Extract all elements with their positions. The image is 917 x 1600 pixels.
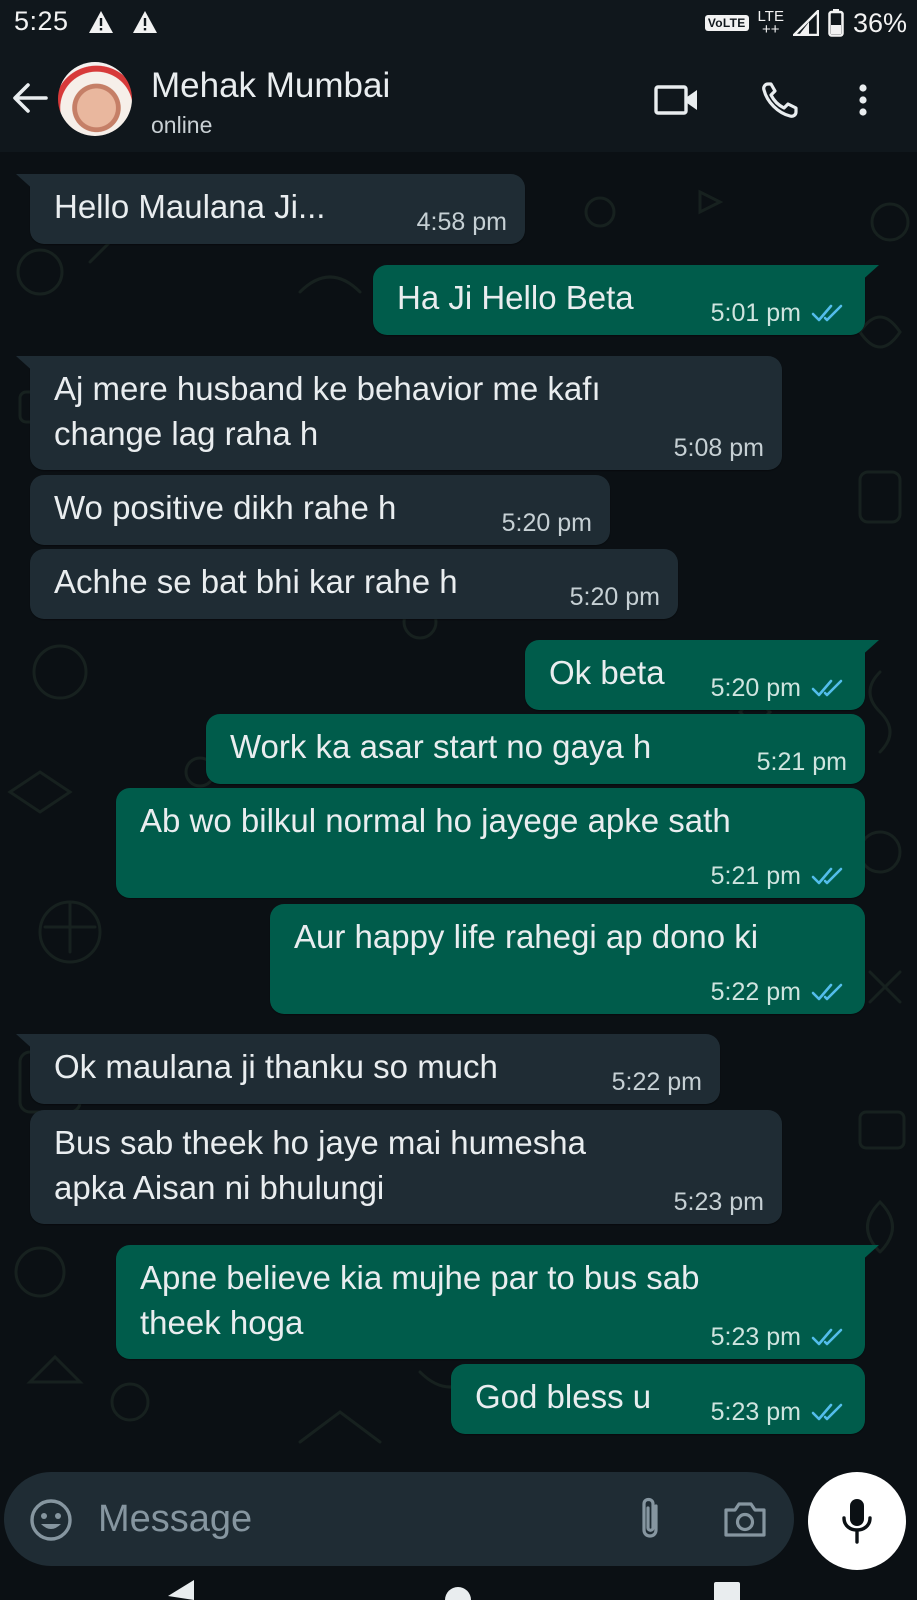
- message-time: 5:01 pm: [710, 299, 801, 327]
- incoming-message-bubble[interactable]: Achhe se bat bhi kar rahe h 5:20 pm: [30, 549, 678, 619]
- message-text: Aj mere husband ke behavior me kafı chan…: [54, 370, 601, 452]
- video-call-icon[interactable]: [654, 80, 700, 120]
- composer-bar: [0, 1460, 917, 1600]
- message-text: Aur happy life rahegi ap dono ki: [294, 918, 759, 955]
- message-meta: 5:22 pm: [711, 978, 847, 1006]
- bubble-tail: [859, 265, 879, 283]
- message-time: 5:20 pm: [501, 509, 592, 537]
- voice-message-button[interactable]: [808, 1472, 906, 1570]
- message-text: Ok maulana ji thanku so much: [54, 1048, 498, 1085]
- message-meta: 5:23 pm: [711, 1398, 847, 1426]
- network-type: LTE ++: [757, 8, 784, 38]
- outgoing-message-bubble[interactable]: Apne believe kia mujhe par to bus sab th…: [116, 1245, 879, 1359]
- message-time: 5:23 pm: [710, 1398, 801, 1426]
- status-time: 5:25: [14, 6, 69, 36]
- message-meta: 4:58 pm: [417, 208, 507, 236]
- phone-icon[interactable]: [758, 80, 804, 120]
- message-time: 5:21 pm: [756, 748, 847, 776]
- message-time: 5:20 pm: [710, 674, 801, 702]
- nav-recents-icon[interactable]: [714, 1582, 740, 1600]
- message-meta: 5:20 pm: [711, 674, 847, 702]
- emoji-icon[interactable]: [28, 1497, 74, 1543]
- message-time: 5:21 pm: [710, 862, 801, 890]
- chat-screen: 5:25 VoLTE LTE ++ 36% Mehak Mumbai onlin…: [0, 0, 917, 1600]
- battery-icon: [828, 9, 844, 37]
- bubble-tail: [859, 1245, 879, 1263]
- more-options-icon[interactable]: [848, 80, 878, 120]
- outgoing-message-bubble[interactable]: Ab wo bilkul normal ho jayege apke sath 5…: [116, 788, 865, 898]
- read-receipt-icon: [811, 679, 843, 697]
- contact-status: online: [151, 112, 213, 138]
- message-text: Ab wo bilkul normal ho jayege apke sath: [140, 802, 731, 839]
- message-input-container[interactable]: [4, 1472, 794, 1566]
- bubble-tail: [16, 1034, 36, 1052]
- message-meta: 5:21 pm: [711, 862, 847, 890]
- outgoing-message-bubble[interactable]: Aur happy life rahegi ap dono ki 5:22 pm: [270, 904, 865, 1014]
- warning-icon: [133, 11, 157, 33]
- message-meta: 5:08 pm: [674, 434, 764, 462]
- message-meta: 5:23 pm: [711, 1323, 847, 1351]
- message-time: 4:58 pm: [416, 208, 507, 236]
- battery-percent: 36%: [852, 7, 907, 38]
- outgoing-message-bubble[interactable]: Ha Ji Hello Beta 5:01 pm: [373, 265, 879, 335]
- bubble-tail: [16, 356, 36, 374]
- message-list[interactable]: Hello Maulana Ji... 4:58 pm Ha Ji Hello Be…: [0, 152, 917, 1460]
- contact-name[interactable]: Mehak Mumbai: [151, 66, 390, 106]
- outgoing-message-bubble[interactable]: Work ka asar start no gaya h 5:21 pm: [206, 714, 865, 784]
- navigation-bar: [168, 1580, 740, 1600]
- message-meta: 5:23 pm: [674, 1188, 764, 1216]
- warning-icon: [89, 11, 113, 33]
- message-text: Bus sab theek ho jaye mai humesha apka A…: [54, 1124, 586, 1206]
- message-time: 5:20 pm: [569, 583, 660, 611]
- bubble-tail: [16, 174, 36, 192]
- signal-icon: [792, 10, 819, 36]
- message-text: Achhe se bat bhi kar rahe h: [54, 563, 458, 600]
- volte-badge: VoLTE: [704, 15, 749, 31]
- read-receipt-icon: [811, 867, 843, 885]
- microphone-icon: [842, 1499, 872, 1544]
- nav-home-icon[interactable]: [445, 1587, 471, 1600]
- message-time: 5:22 pm: [710, 978, 801, 1006]
- incoming-message-bubble[interactable]: Ok maulana ji thanku so much 5:22 pm: [16, 1034, 720, 1104]
- message-input[interactable]: [96, 1494, 600, 1544]
- message-meta: 5:01 pm: [711, 299, 847, 327]
- read-receipt-icon: [811, 983, 843, 1001]
- message-meta: 5:20 pm: [502, 509, 592, 537]
- incoming-message-bubble[interactable]: Wo positive dikh rahe h 5:20 pm: [30, 475, 610, 545]
- nav-back-icon[interactable]: [168, 1580, 194, 1600]
- back-arrow-icon[interactable]: [8, 76, 52, 120]
- attach-icon[interactable]: [632, 1494, 668, 1544]
- incoming-message-bubble[interactable]: Hello Maulana Ji... 4:58 pm: [16, 174, 525, 244]
- incoming-message-bubble[interactable]: Aj mere husband ke behavior me kafı chan…: [16, 356, 782, 470]
- read-receipt-icon: [811, 1328, 843, 1346]
- message-time: 5:08 pm: [673, 434, 764, 462]
- camera-icon[interactable]: [722, 1498, 768, 1540]
- bubble-tail: [859, 640, 879, 658]
- message-text: Work ka asar start no gaya h: [230, 728, 652, 765]
- outgoing-message-bubble[interactable]: Ok beta 5:20 pm: [525, 640, 879, 710]
- message-time: 5:23 pm: [673, 1188, 764, 1216]
- avatar[interactable]: [58, 62, 132, 136]
- message-meta: 5:21 pm: [757, 748, 847, 776]
- read-receipt-icon: [811, 304, 843, 322]
- message-meta: 5:22 pm: [612, 1068, 702, 1096]
- outgoing-message-bubble[interactable]: God bless u 5:23 pm: [451, 1364, 865, 1434]
- message-meta: 5:20 pm: [570, 583, 660, 611]
- incoming-message-bubble[interactable]: Bus sab theek ho jaye mai humesha apka A…: [30, 1110, 782, 1224]
- chat-header: Mehak Mumbai online: [0, 46, 917, 152]
- message-time: 5:22 pm: [611, 1068, 702, 1096]
- message-time: 5:23 pm: [710, 1323, 801, 1351]
- status-indicators: VoLTE LTE ++ 36%: [704, 4, 907, 42]
- status-bar: 5:25 VoLTE LTE ++ 36%: [0, 0, 917, 46]
- read-receipt-icon: [811, 1403, 843, 1421]
